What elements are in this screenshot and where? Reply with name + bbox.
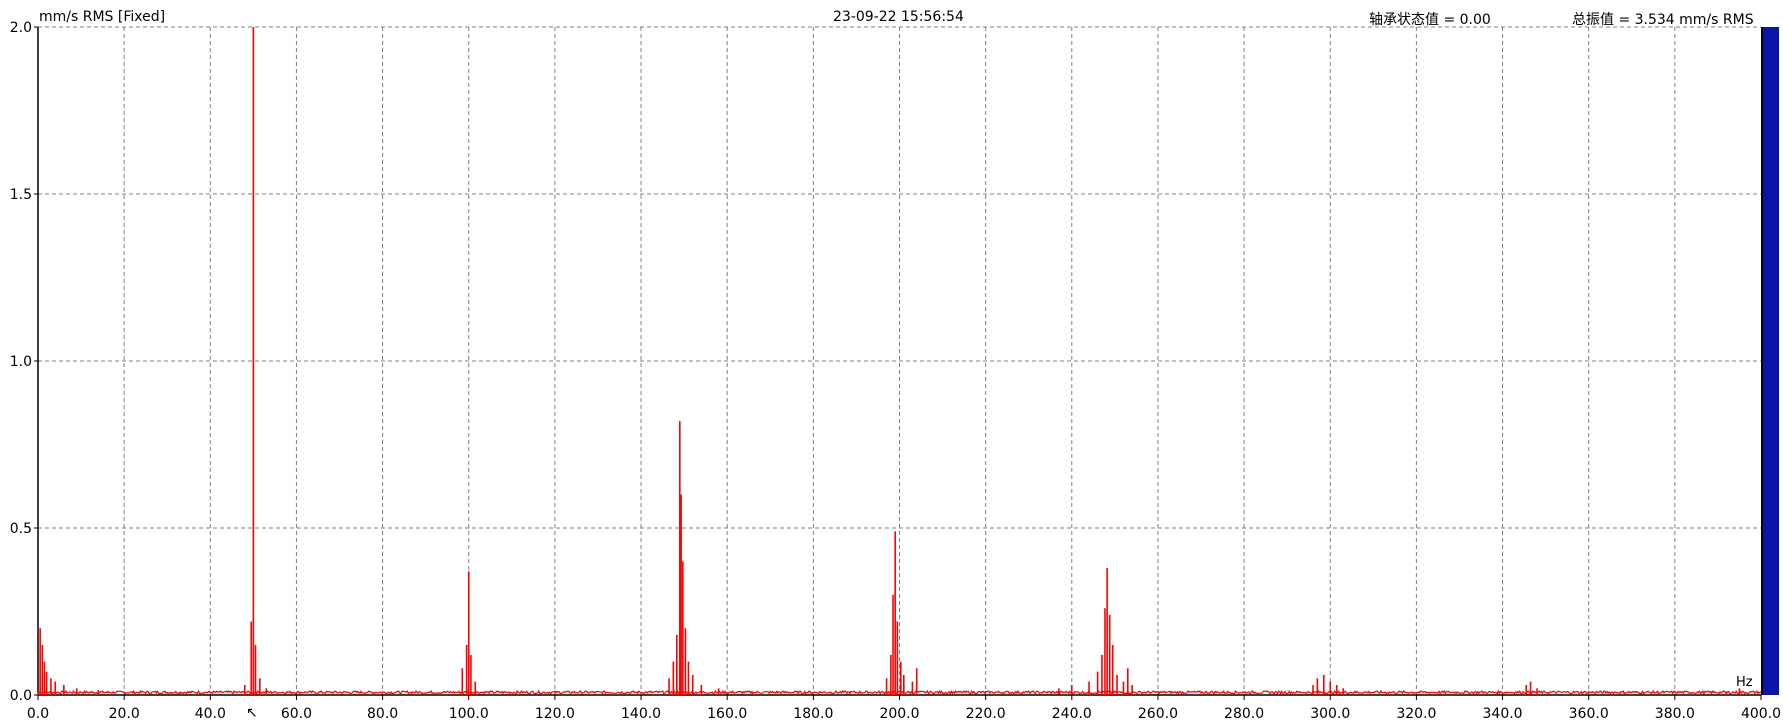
- y-tick-label: 0.0: [10, 688, 32, 704]
- x-tick-label: 340.0: [1483, 706, 1523, 722]
- x-tick-label: 40.0: [195, 706, 226, 722]
- x-tick-label: 100.0: [449, 706, 489, 722]
- x-tick-label: 320.0: [1396, 706, 1436, 722]
- y-tick-label: 1.0: [10, 354, 32, 370]
- side-color-bar: [1761, 27, 1779, 695]
- timestamp-label: 23-09-22 15:56:54: [833, 9, 964, 25]
- x-tick-label: 160.0: [707, 706, 747, 722]
- spectrum-chart: 0.0 20.0 40.0 60.0 80.0 100.0 120.0 140.0 160.0 1…: [10, 20, 1781, 722]
- x-tick-label: 260.0: [1138, 706, 1178, 722]
- x-tick-label: 360.0: [1569, 706, 1609, 722]
- y-tick-label: 1.5: [10, 187, 32, 203]
- units-label: mm/s RMS [Fixed]: [39, 9, 166, 25]
- x-tick-label: 220.0: [966, 706, 1006, 722]
- x-tick-label: 240.0: [1052, 706, 1092, 722]
- x-tick-label: 280.0: [1224, 706, 1264, 722]
- x-tick-label: 20.0: [109, 706, 140, 722]
- x-tick-label: 120.0: [535, 706, 575, 722]
- x-axis-unit-label: Hz: [1736, 675, 1753, 690]
- x-tick-label: 400.0: [1741, 706, 1781, 722]
- x-tick-label: 180.0: [793, 706, 833, 722]
- x-tick-label: 200.0: [879, 706, 919, 722]
- x-tick-label: 60.0: [281, 706, 312, 722]
- y-tick-label: 0.5: [10, 521, 32, 537]
- y-tick-label: 2.0: [10, 20, 32, 36]
- x-tick-label: 380.0: [1655, 706, 1695, 722]
- x-tick-label: 80.0: [367, 706, 398, 722]
- x-tick-label: 300.0: [1310, 706, 1350, 722]
- overall-value-label: 总振值 = 3.534 mm/s RMS: [1572, 12, 1754, 28]
- bearing-status-label: 轴承状态值 = 0.00: [1369, 12, 1491, 28]
- mouse-cursor-icon: ↖: [246, 705, 258, 721]
- x-tick-label: 140.0: [621, 706, 661, 722]
- x-tick-label: 0.0: [27, 706, 49, 722]
